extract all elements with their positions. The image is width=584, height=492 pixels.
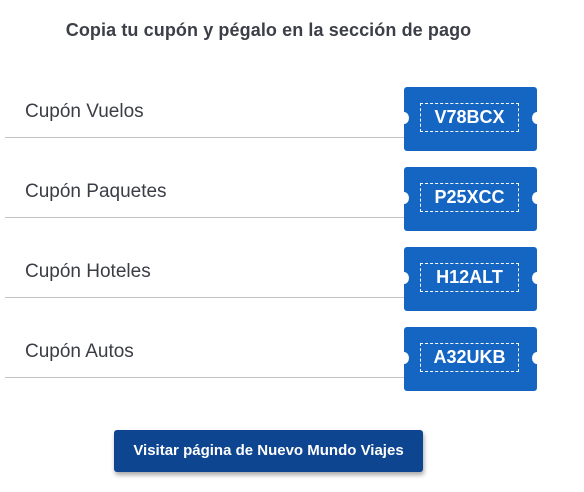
page-title: Copia tu cupón y pégalo en la sección de… <box>65 20 472 40</box>
coupon-label: Cupón Paquetes <box>25 181 167 202</box>
coupon-row-hoteles: Cupón Hoteles H12ALT <box>5 247 542 311</box>
ticket-notch-left <box>399 352 409 364</box>
coupon-ticket-paquetes[interactable]: P25XCC <box>399 167 542 231</box>
coupon-code[interactable]: V78BCX <box>420 103 519 132</box>
coupon-ticket-autos[interactable]: A32UKB <box>399 327 542 391</box>
coupon-code[interactable]: P25XCC <box>420 183 519 212</box>
coupon-label: Cupón Autos <box>25 341 134 362</box>
ticket-notch-right <box>532 352 542 364</box>
coupon-label: Cupón Hoteles <box>25 261 151 282</box>
coupon-code[interactable]: H12ALT <box>420 263 519 292</box>
visit-site-button[interactable]: Visitar página de Nuevo Mundo Viajes <box>114 430 423 472</box>
ticket-notch-right <box>532 272 542 284</box>
ticket-notch-left <box>399 112 409 124</box>
coupon-code[interactable]: A32UKB <box>420 343 519 372</box>
coupon-ticket-vuelos[interactable]: V78BCX <box>399 87 542 151</box>
row-divider <box>5 217 405 218</box>
ticket-notch-right <box>532 192 542 204</box>
coupon-label: Cupón Vuelos <box>25 101 144 122</box>
row-divider <box>5 137 405 138</box>
row-divider <box>5 377 405 378</box>
coupon-row-paquetes: Cupón Paquetes P25XCC <box>5 167 542 231</box>
coupon-row-vuelos: Cupón Vuelos V78BCX <box>5 87 542 151</box>
row-divider <box>5 297 405 298</box>
coupon-row-autos: Cupón Autos A32UKB <box>5 327 542 391</box>
coupon-ticket-hoteles[interactable]: H12ALT <box>399 247 542 311</box>
ticket-notch-right <box>532 112 542 124</box>
ticket-notch-left <box>399 272 409 284</box>
ticket-notch-left <box>399 192 409 204</box>
